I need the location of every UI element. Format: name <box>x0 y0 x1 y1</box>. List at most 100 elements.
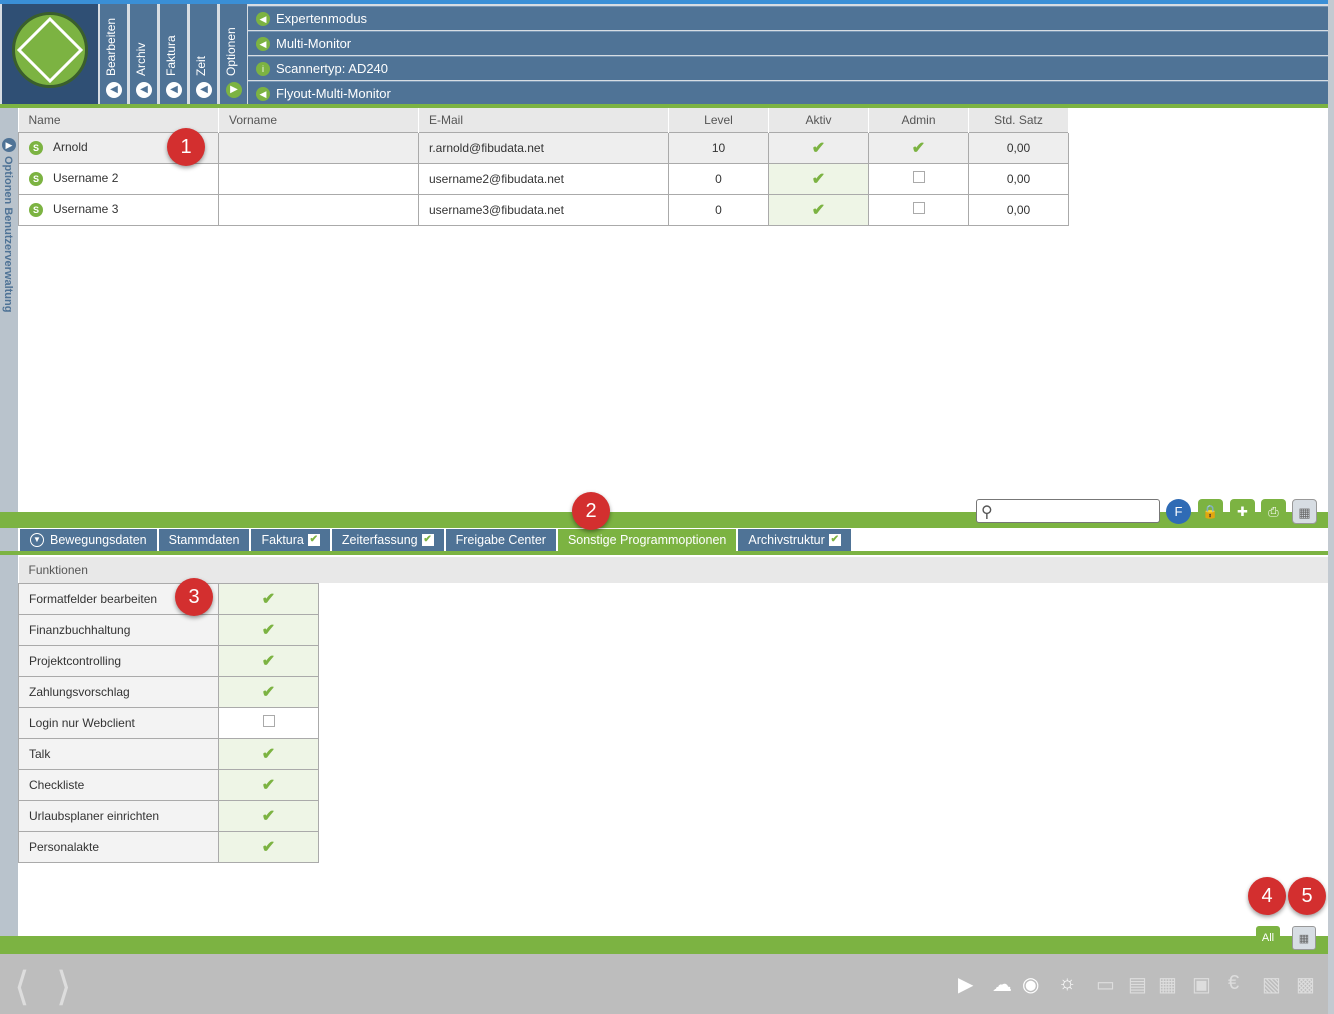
checkmark-icon[interactable]: ✔ <box>262 839 275 856</box>
card-icon[interactable]: ▣ <box>1192 972 1211 997</box>
print-button[interactable]: ⎙ <box>1261 499 1286 524</box>
function-check[interactable]: ✔ <box>218 613 319 646</box>
eye-icon[interactable]: ◉ <box>1022 972 1039 997</box>
tab-sonstige-programmoptionen[interactable]: Sonstige Programmoptionen <box>557 529 737 551</box>
cell-level[interactable]: 0 <box>668 193 769 226</box>
table-row[interactable]: Urlaubsplaner einrichten ✔ <box>18 799 319 832</box>
menu-item-multi-monitor[interactable]: ◀ Multi-Monitor <box>248 31 1328 55</box>
cell-level[interactable]: 0 <box>668 162 769 195</box>
cell-vorname[interactable] <box>218 193 419 226</box>
tab-faktura[interactable]: Faktura ✔ <box>251 529 330 551</box>
select-all-button[interactable]: All <box>1256 926 1280 950</box>
sidebar-toggle-icon[interactable]: ▶ <box>2 138 16 152</box>
cell-vorname[interactable] <box>218 131 419 164</box>
table-row[interactable]: Login nur Webclient <box>18 706 319 739</box>
youtube-icon[interactable]: ▶ <box>958 972 973 997</box>
cell-email[interactable]: username3@fibudata.net <box>418 193 669 226</box>
cell-std-satz[interactable]: 0,00 <box>968 131 1069 164</box>
table-row[interactable]: Zahlungsvorschlag ✔ <box>18 675 319 708</box>
table-row[interactable]: S Username 3 username3@fibudata.net 0 ✔ 0… <box>18 193 1069 226</box>
function-check[interactable]: ✔ <box>218 799 319 832</box>
document-icon[interactable]: ▤ <box>1128 972 1147 997</box>
table-row[interactable]: S Username 2 username2@fibudata.net 0 ✔ 0… <box>18 162 1069 195</box>
col-level[interactable]: Level <box>668 108 769 132</box>
menu-item-scannertyp[interactable]: i Scannertyp: AD240 <box>248 56 1328 80</box>
cell-aktiv[interactable]: ✔ <box>768 131 869 164</box>
vtab-optionen[interactable]: Optionen ▶ <box>220 4 248 104</box>
col-std-satz[interactable]: Std. Satz <box>968 108 1069 132</box>
nav-forward-icon[interactable]: ⟩ <box>56 964 72 1010</box>
checkmark-icon[interactable]: ✔ <box>812 140 825 157</box>
cell-vorname[interactable] <box>218 162 419 195</box>
cell-name[interactable]: S Username 2 <box>18 162 219 195</box>
table-row[interactable]: Formatfelder bearbeiten ✔ <box>18 582 319 615</box>
cell-email[interactable]: username2@fibudata.net <box>418 162 669 195</box>
function-check[interactable]: ✔ <box>218 737 319 770</box>
cloud-upload-icon[interactable]: ☁ <box>992 972 1012 997</box>
nav-back-icon[interactable]: ⟨ <box>14 964 30 1010</box>
window-icon[interactable]: ▭ <box>1096 972 1115 997</box>
arrow-left-icon[interactable]: ◀ <box>136 82 152 98</box>
search-box[interactable]: ⚲ <box>976 499 1160 523</box>
checkmark-icon[interactable]: ✔ <box>262 746 275 763</box>
table-row[interactable]: Personalakte ✔ <box>18 830 319 863</box>
function-check[interactable]: ✔ <box>218 582 319 615</box>
function-check[interactable]: ✔ <box>218 675 319 708</box>
cell-std-satz[interactable]: 0,00 <box>968 162 1069 195</box>
grid-icon[interactable]: ▦ <box>1158 972 1177 997</box>
col-email[interactable]: E-Mail <box>418 108 669 132</box>
checkmark-icon[interactable]: ✔ <box>262 591 275 608</box>
checkmark-icon[interactable]: ✔ <box>812 171 825 188</box>
tab-stammdaten[interactable]: Stammdaten <box>158 529 250 551</box>
checkmark-icon[interactable]: ✔ <box>262 777 275 794</box>
function-check[interactable]: ✔ <box>218 768 319 801</box>
settings-icon[interactable]: ▩ <box>1296 972 1315 997</box>
cell-name[interactable]: S Username 3 <box>18 193 219 226</box>
chevron-down-icon[interactable]: ▼ <box>30 533 44 547</box>
table-row[interactable]: Checkliste ✔ <box>18 768 319 801</box>
add-user-button[interactable]: ✚ <box>1230 499 1255 524</box>
save-button-top[interactable]: ▦ <box>1292 499 1317 524</box>
table-row[interactable]: Talk ✔ <box>18 737 319 770</box>
vtab-archiv[interactable]: Archiv ◀ <box>130 4 158 104</box>
tab-zeiterfassung[interactable]: Zeiterfassung ✔ <box>331 529 444 551</box>
checkbox-empty-icon[interactable] <box>912 171 925 183</box>
table-icon[interactable]: ▧ <box>1262 972 1281 997</box>
arrow-left-icon[interactable]: ◀ <box>106 82 122 98</box>
cell-admin[interactable] <box>868 162 969 195</box>
checkmark-icon[interactable]: ✔ <box>912 140 925 157</box>
arrow-left-icon[interactable]: ◀ <box>196 82 212 98</box>
f-button[interactable]: F <box>1166 499 1191 524</box>
cell-admin[interactable] <box>868 193 969 226</box>
arrow-right-icon[interactable]: ▶ <box>226 82 242 98</box>
checkmark-icon[interactable]: ✔ <box>812 202 825 219</box>
lightbulb-icon[interactable]: ☼ <box>1058 972 1076 995</box>
checkbox-empty-icon[interactable] <box>262 715 275 727</box>
tab-bewegungsdaten[interactable]: ▼ Bewegungsdaten <box>20 529 157 551</box>
col-admin[interactable]: Admin <box>868 108 969 132</box>
col-vorname[interactable]: Vorname <box>218 108 419 132</box>
function-check[interactable]: ✔ <box>218 830 319 863</box>
table-row[interactable]: Projektcontrolling ✔ <box>18 644 319 677</box>
save-button[interactable]: ▦ <box>1292 926 1316 950</box>
vtab-faktura[interactable]: Faktura ◀ <box>160 4 188 104</box>
function-check[interactable] <box>218 706 319 739</box>
euro-icon[interactable]: € <box>1228 972 1239 995</box>
checkmark-icon[interactable]: ✔ <box>262 622 275 639</box>
checkmark-icon[interactable]: ✔ <box>262 808 275 825</box>
menu-item-flyout-multi-monitor[interactable]: ◀ Flyout-Multi-Monitor <box>248 81 1328 105</box>
app-logo[interactable] <box>2 4 98 104</box>
checkmark-icon[interactable]: ✔ <box>262 653 275 670</box>
table-row[interactable]: Finanzbuchhaltung ✔ <box>18 613 319 646</box>
cell-admin[interactable]: ✔ <box>868 131 969 164</box>
cell-std-satz[interactable]: 0,00 <box>968 193 1069 226</box>
col-aktiv[interactable]: Aktiv <box>768 108 869 132</box>
vtab-bearbeiten[interactable]: Bearbeiten ◀ <box>100 4 128 104</box>
cell-aktiv[interactable]: ✔ <box>768 193 869 226</box>
arrow-left-icon[interactable]: ◀ <box>166 82 182 98</box>
cell-email[interactable]: r.arnold@fibudata.net <box>418 131 669 164</box>
checkmark-icon[interactable]: ✔ <box>262 684 275 701</box>
menu-item-expertenmodus[interactable]: ◀ Expertenmodus <box>248 6 1328 30</box>
cell-aktiv[interactable]: ✔ <box>768 162 869 195</box>
tab-freigabe-center[interactable]: Freigabe Center <box>445 529 556 551</box>
